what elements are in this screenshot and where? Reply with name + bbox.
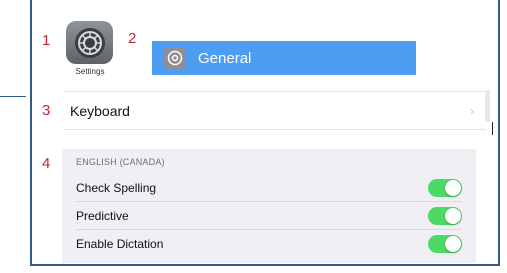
step-number-2: 2 [128, 30, 137, 47]
text-cursor [492, 122, 493, 135]
predictive-toggle[interactable] [428, 206, 462, 225]
check-spelling-row: Check Spelling [76, 174, 462, 202]
step-number-1: 1 [42, 32, 51, 49]
keyboard-label: Keyboard [70, 102, 130, 119]
check-spelling-toggle[interactable] [428, 178, 462, 197]
step-number-4: 4 [42, 155, 51, 172]
gear-icon [74, 27, 105, 58]
enable-dictation-label: Enable Dictation [76, 237, 164, 251]
chevron-right-icon: › [470, 103, 474, 118]
toggle-knob [445, 236, 461, 252]
check-spelling-label: Check Spelling [76, 180, 157, 195]
enable-dictation-toggle[interactable] [428, 235, 462, 253]
toggle-knob [445, 207, 461, 224]
step-number-3: 3 [42, 102, 51, 119]
keyboard-row[interactable]: Keyboard › [64, 91, 486, 130]
gear-icon [164, 47, 186, 69]
language-settings-group: ENGLISH (CANADA) Check Spelling Predicti… [62, 149, 476, 263]
predictive-label: Predictive [76, 208, 129, 223]
section-header: ENGLISH (CANADA) [76, 157, 165, 167]
settings-app-icon[interactable] [66, 21, 113, 64]
connector-line [0, 96, 26, 97]
settings-app-label: Settings [75, 67, 105, 76]
general-menu-item[interactable]: General [152, 41, 416, 75]
scrollbar[interactable] [485, 90, 490, 122]
enable-dictation-row: Enable Dictation [76, 230, 462, 258]
toggle-knob [445, 179, 461, 196]
general-label: General [198, 49, 252, 67]
predictive-row: Predictive [76, 202, 462, 230]
